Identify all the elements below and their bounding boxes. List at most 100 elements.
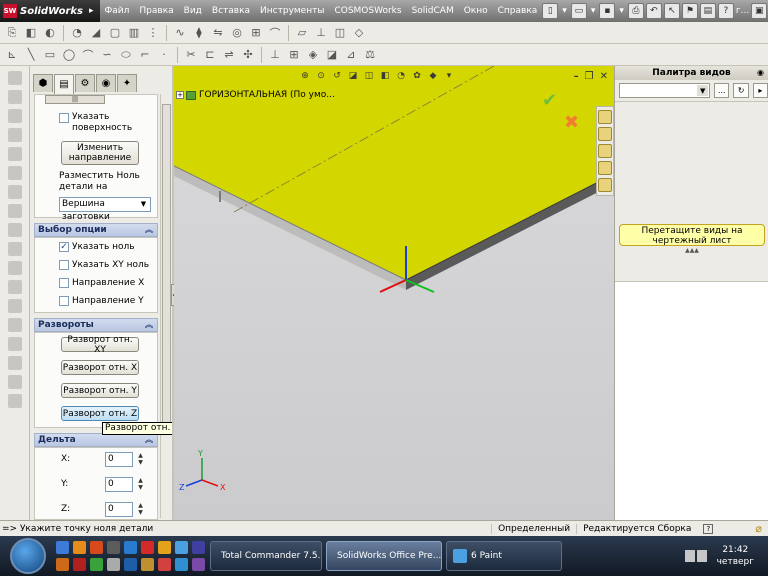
help-question-icon[interactable]: ? xyxy=(703,523,714,534)
strip-tool-icon[interactable] xyxy=(7,337,22,351)
line-icon[interactable]: ╲ xyxy=(23,47,39,63)
taskbar-total-commander[interactable]: Total Commander 7.5... xyxy=(210,541,322,571)
offset-icon[interactable]: ⊏ xyxy=(202,47,218,63)
rotate-y-button[interactable]: Разворот отн. Y xyxy=(61,383,139,398)
help-search-icon[interactable]: ? xyxy=(717,3,734,19)
option-specify-xy-zero[interactable]: Указать XY ноль xyxy=(59,260,149,270)
quick-launch-icon[interactable] xyxy=(192,558,205,571)
menu-cosmosworks[interactable]: COSMOSWorks xyxy=(329,6,406,16)
zoom-fit-icon[interactable]: ⊕ xyxy=(298,69,312,83)
checkbox-box[interactable] xyxy=(59,296,69,306)
curves-icon[interactable]: ⌒ xyxy=(267,25,283,41)
strip-tool-icon[interactable] xyxy=(7,280,22,294)
extrude-icon[interactable]: ◧ xyxy=(23,25,39,41)
rotate-x-button[interactable]: Разворот отн. X xyxy=(61,360,139,375)
previous-view-icon[interactable]: ↺ xyxy=(330,69,344,83)
shell-icon[interactable]: ▢ xyxy=(107,25,123,41)
circle-icon[interactable]: ◯ xyxy=(61,47,77,63)
save-dropdown-icon[interactable]: ▾ xyxy=(617,6,626,16)
zoom-area-icon[interactable]: ⊙ xyxy=(314,69,328,83)
quick-launch-icon[interactable] xyxy=(107,541,120,554)
strip-tool-icon[interactable] xyxy=(7,90,22,104)
maximize-window-icon[interactable]: ▣ xyxy=(751,3,768,19)
checkbox-box[interactable] xyxy=(59,278,69,288)
chevron-down-icon[interactable]: ▼ xyxy=(697,85,709,96)
delta-z-spinner[interactable]: ▲ ▼ xyxy=(136,502,145,517)
quick-launch-icon[interactable] xyxy=(73,558,86,571)
strip-tool-icon[interactable] xyxy=(7,318,22,332)
change-direction-button[interactable]: Изменить направление xyxy=(61,141,139,165)
display-style-icon[interactable]: ◧ xyxy=(378,69,392,83)
strip-tool-icon[interactable] xyxy=(7,109,22,123)
close-icon[interactable]: ✕ xyxy=(600,71,608,82)
delta-x-spinner[interactable]: ▲ ▼ xyxy=(136,452,145,467)
undo-icon[interactable]: ↶ xyxy=(645,3,662,19)
feature-manager-tab[interactable]: ⬢ xyxy=(33,74,53,92)
configuration-manager-tab[interactable]: ⚙ xyxy=(75,74,95,92)
pattern-icon[interactable]: ⋮ xyxy=(145,25,161,41)
hide-show-icon[interactable]: ◔ xyxy=(394,69,408,83)
sweep-icon[interactable]: ∿ xyxy=(172,25,188,41)
open-icon[interactable]: ▭ xyxy=(570,3,587,19)
rebuild-icon[interactable]: ⚑ xyxy=(681,3,698,19)
delta-section-header[interactable]: Дельта ︽ xyxy=(34,433,158,447)
quick-launch-icon[interactable] xyxy=(141,541,154,554)
start-button[interactable] xyxy=(10,538,46,574)
view-orientation-icon[interactable]: ◫ xyxy=(362,69,376,83)
restore-icon[interactable]: ❐ xyxy=(585,71,594,82)
menu-window[interactable]: Окно xyxy=(459,6,493,16)
graphics-area[interactable]: Y Z X ⊕ ⊙ ↺ ◪ ◫ ◧ ◔ ✿ ◆ ▾ – ❐ ✕ + ГОРИЗО… xyxy=(174,66,614,520)
sketch-tool-icon[interactable]: ⎘ xyxy=(4,25,20,41)
library-tab-icon[interactable] xyxy=(598,127,612,141)
section-icon[interactable]: ◪ xyxy=(324,47,340,63)
appearances-tab-icon[interactable] xyxy=(598,178,612,192)
ellipse-icon[interactable]: ⬭ xyxy=(118,47,134,63)
quick-launch-icon[interactable] xyxy=(124,541,137,554)
refresh-icon[interactable]: ↻ xyxy=(733,83,749,98)
fillet-sketch-icon[interactable]: ⌐ xyxy=(137,47,153,63)
strip-tool-icon[interactable] xyxy=(7,166,22,180)
menu-edit[interactable]: Правка xyxy=(134,6,178,16)
browse-button[interactable]: ... xyxy=(714,83,730,98)
quick-launch-icon[interactable] xyxy=(56,558,69,571)
quick-launch-icon[interactable] xyxy=(107,558,120,571)
menu-file[interactable]: Файл xyxy=(100,6,135,16)
quick-launch-icon[interactable] xyxy=(90,558,103,571)
measure-icon[interactable]: ⊿ xyxy=(343,47,359,63)
view-settings-icon[interactable]: ▾ xyxy=(442,69,456,83)
rotate-xy-button[interactable]: Разворот отн. XY xyxy=(61,335,139,355)
mirror-icon[interactable]: ⇋ xyxy=(210,25,226,41)
menu-view[interactable]: Вид xyxy=(179,6,207,16)
surface-icon[interactable]: ◇ xyxy=(351,25,367,41)
revolve-icon[interactable]: ◐ xyxy=(42,25,58,41)
quick-launch-icon[interactable] xyxy=(124,558,137,571)
home-tab-icon[interactable] xyxy=(598,110,612,124)
strip-tool-icon[interactable] xyxy=(7,204,22,218)
menu-tools[interactable]: Инструменты xyxy=(255,6,329,16)
rectangle-icon[interactable]: ▭ xyxy=(42,47,58,63)
quick-launch-icon[interactable] xyxy=(56,541,69,554)
strip-tool-icon[interactable] xyxy=(7,261,22,275)
mold-icon[interactable]: ◫ xyxy=(332,25,348,41)
strip-tool-icon[interactable] xyxy=(7,128,22,142)
quick-launch-icon[interactable] xyxy=(158,541,171,554)
apply-scene-icon[interactable]: ◆ xyxy=(426,69,440,83)
chevron-down-icon[interactable]: ▼ xyxy=(138,199,149,210)
expand-icon[interactable]: + xyxy=(176,91,184,99)
rotate-z-button[interactable]: Разворот отн. Z xyxy=(61,406,139,421)
pin-icon[interactable]: ◉ xyxy=(757,66,764,80)
delta-x-input[interactable]: 0 xyxy=(105,452,133,467)
relations-icon[interactable]: ⊥ xyxy=(267,47,283,63)
option-specify-zero[interactable]: ✓ Указать ноль xyxy=(59,242,135,252)
strip-tool-icon[interactable] xyxy=(7,394,22,408)
quick-launch-icon[interactable] xyxy=(192,541,205,554)
scrollbar-thumb[interactable] xyxy=(162,104,171,434)
rib-icon[interactable]: ▥ xyxy=(126,25,142,41)
edit-appearance-icon[interactable]: ✿ xyxy=(410,69,424,83)
delta-y-input[interactable]: 0 xyxy=(105,477,133,492)
solidcam-tab[interactable]: ◉ xyxy=(96,74,116,92)
document-select[interactable]: ▼ xyxy=(619,83,711,98)
checkbox-box[interactable] xyxy=(59,260,69,270)
smart-dimension-icon[interactable]: ⊾ xyxy=(4,47,20,63)
sheet-metal-icon[interactable]: ▱ xyxy=(294,25,310,41)
